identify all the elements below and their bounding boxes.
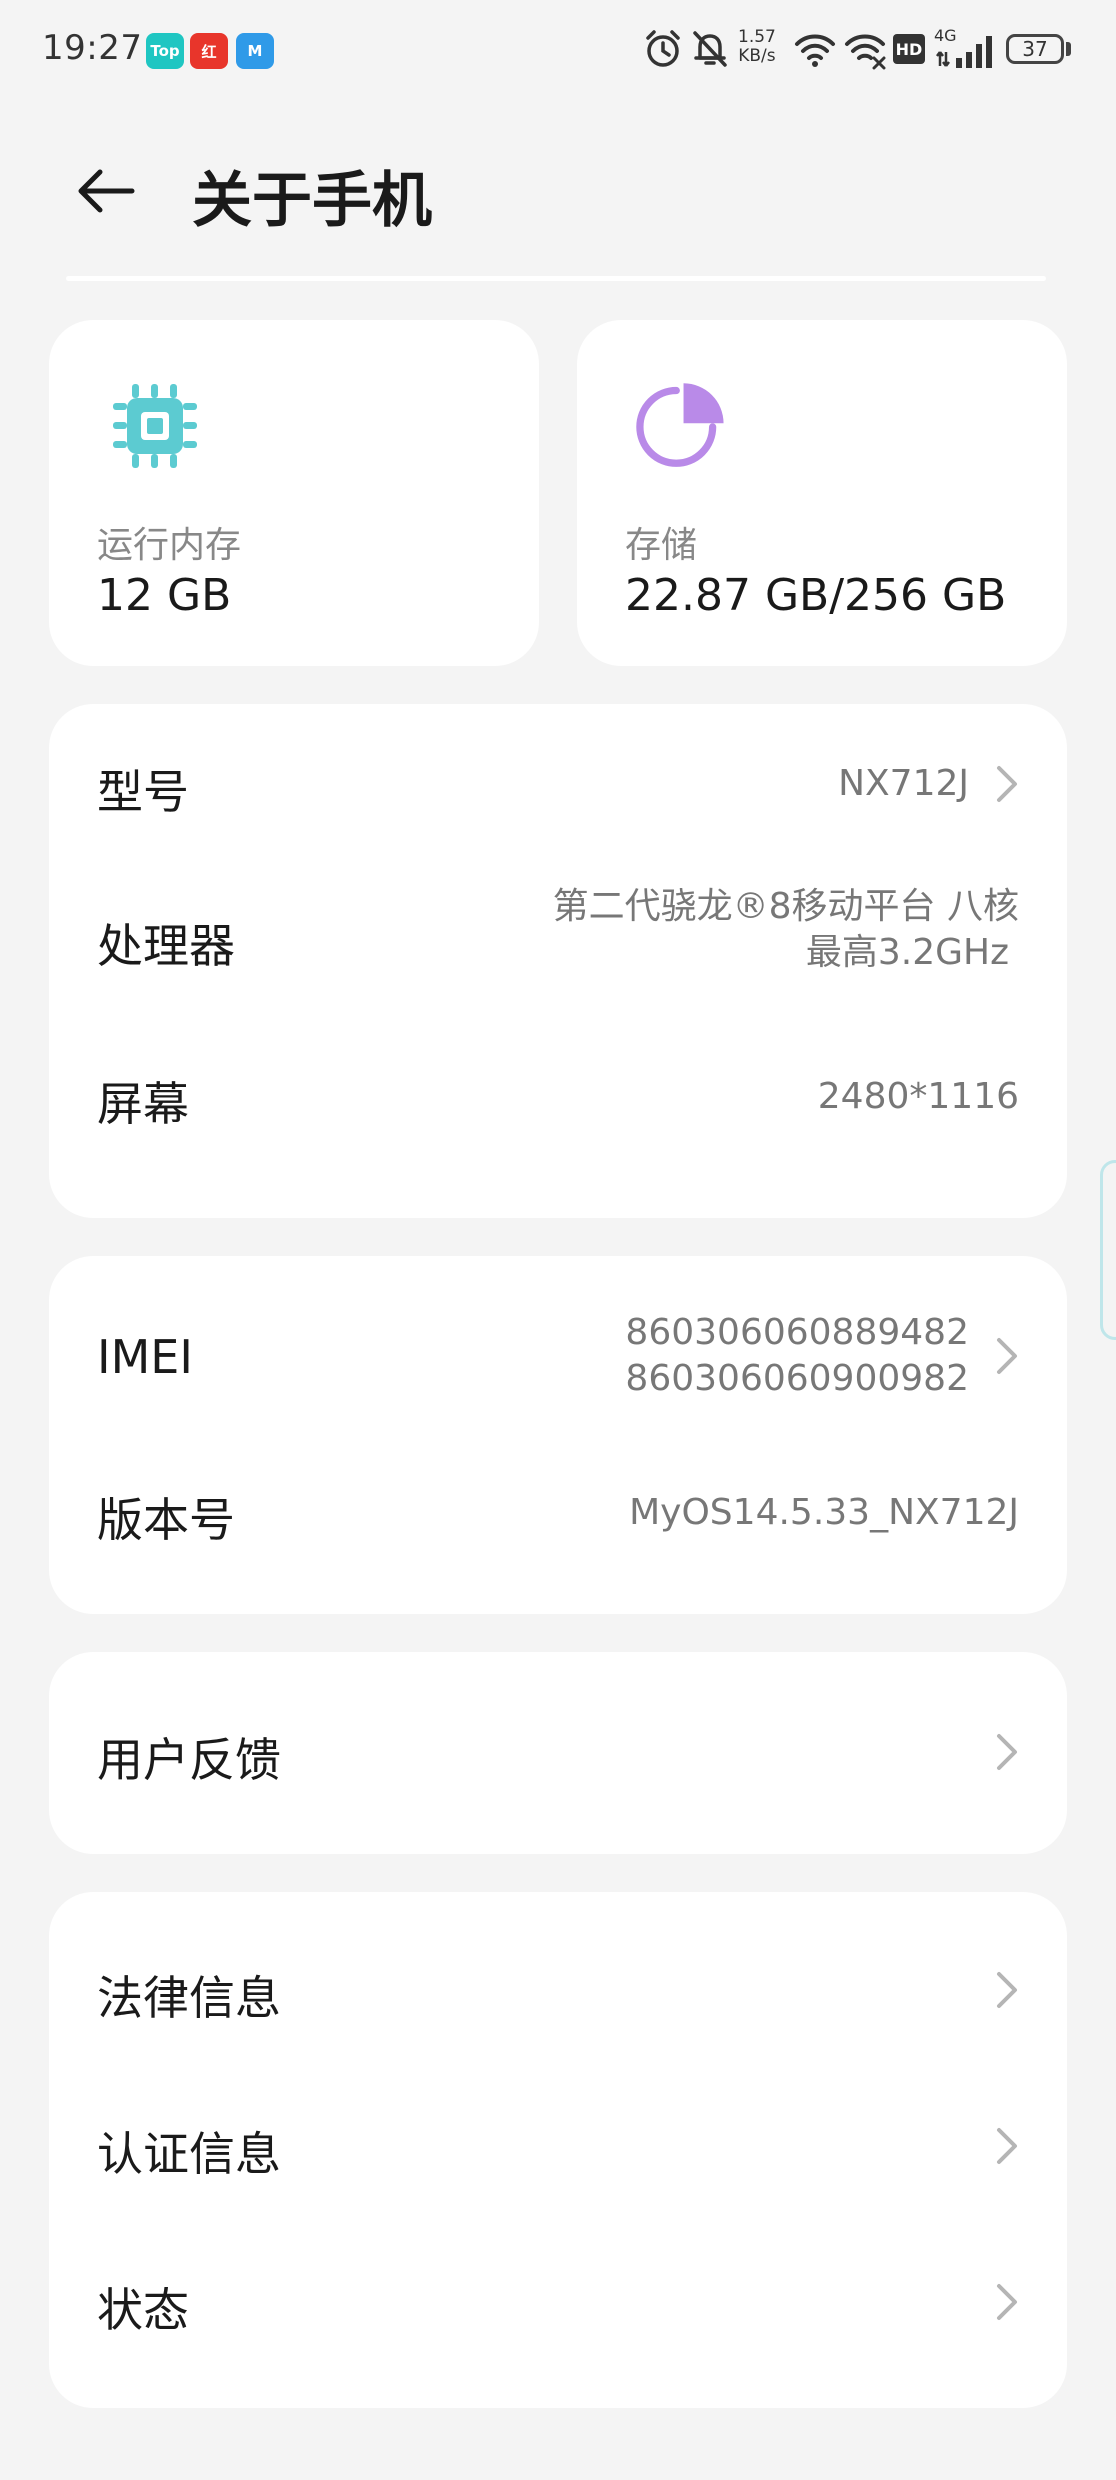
- signal-icon: [936, 36, 992, 68]
- imei-label: IMEI: [97, 1330, 193, 1384]
- legal-info-label: 法律信息: [97, 1971, 281, 2025]
- feedback-card: 用户反馈: [49, 1652, 1067, 1854]
- status-time: 19:27: [42, 28, 143, 68]
- bell-muted-icon: [693, 31, 727, 67]
- version-value: MyOS14.5.33_NX712J: [629, 1492, 1019, 1533]
- certification-label: 认证信息: [97, 2127, 281, 2181]
- battery-level: 37: [1022, 37, 1048, 61]
- chevron-right-icon: [997, 1734, 1017, 1770]
- top-app-icon: Top: [146, 33, 184, 69]
- storage-card[interactable]: 存储 22.87 GB/256 GB: [577, 320, 1067, 666]
- processor-line-1: 第二代骁龙®8移动平台 八核: [552, 886, 1019, 927]
- status-row[interactable]: 状态: [49, 2218, 1067, 2388]
- page-title: 关于手机: [192, 166, 432, 236]
- header-divider: [66, 276, 1046, 281]
- status-label: 状态: [97, 2283, 189, 2337]
- arrow-left-icon: [78, 169, 135, 213]
- red-app-icon: 红: [190, 33, 228, 69]
- edge-panel-handle[interactable]: [1100, 1160, 1116, 1340]
- imei-1: 860306060889482: [625, 1312, 969, 1353]
- imei-row[interactable]: IMEI 860306060889482 860306060900982: [49, 1256, 1067, 1456]
- feedback-label: 用户反馈: [97, 1733, 281, 1787]
- storage-value: 22.87 GB/256 GB: [625, 570, 1007, 621]
- chevron-right-icon: [997, 2128, 1017, 2164]
- network-speed-value: 1.57: [738, 27, 776, 47]
- hd-badge: HD: [893, 34, 925, 64]
- certification-row[interactable]: 认证信息: [49, 2062, 1067, 2218]
- processor-line-2: 最高3.2GHz: [805, 932, 1009, 973]
- wifi-icon: [795, 34, 835, 67]
- header: 关于手机: [0, 130, 1116, 250]
- wifi-hotspot-icon: [845, 34, 886, 70]
- alarm-icon: [646, 30, 680, 67]
- screen-row: 屏幕 2480*1116: [49, 1024, 1067, 1184]
- processor-label: 处理器: [97, 919, 235, 973]
- imei-value: 860306060889482 860306060900982: [625, 1310, 969, 1402]
- feedback-row[interactable]: 用户反馈: [49, 1652, 1067, 1854]
- identity-card: IMEI 860306060889482 860306060900982 版本号…: [49, 1256, 1067, 1614]
- blue-app-icon: M: [236, 33, 274, 69]
- processor-value: 第二代骁龙®8移动平台 八核 最高3.2GHz: [553, 884, 1019, 976]
- chevron-right-icon: [997, 766, 1017, 802]
- ram-label: 运行内存: [97, 525, 242, 566]
- about-phone-screen: 19:27 Top 红 M 1.57 KB/s HD 4G 37 关于手机 运行…: [0, 0, 1116, 2480]
- imei-2: 860306060900982: [625, 1358, 969, 1399]
- legal-info-row[interactable]: 法律信息: [49, 1892, 1067, 2062]
- version-label: 版本号: [97, 1493, 235, 1547]
- chip-icon: [113, 384, 197, 468]
- model-label: 型号: [97, 765, 189, 819]
- chevron-right-icon: [997, 2284, 1017, 2320]
- screen-value: 2480*1116: [817, 1076, 1019, 1117]
- model-value: NX712J: [838, 763, 969, 804]
- legal-card: 法律信息 认证信息 状态: [49, 1892, 1067, 2408]
- device-info-card: 型号 NX712J 处理器 第二代骁龙®8移动平台 八核 最高3.2GHz 屏幕…: [49, 704, 1067, 1218]
- status-bar: 19:27 Top 红 M 1.57 KB/s HD 4G 37: [0, 0, 1116, 100]
- battery-icon: 37: [1006, 34, 1064, 64]
- ram-card[interactable]: 运行内存 12 GB: [49, 320, 539, 666]
- battery-tip: [1066, 42, 1071, 56]
- ram-value: 12 GB: [97, 570, 232, 621]
- pie-chart-icon: [636, 383, 724, 467]
- chevron-right-icon: [997, 1338, 1017, 1374]
- version-row[interactable]: 版本号 MyOS14.5.33_NX712J: [49, 1456, 1067, 1614]
- network-speed-unit: KB/s: [738, 46, 776, 66]
- storage-label: 存储: [625, 525, 698, 566]
- chevron-right-icon: [997, 1972, 1017, 2008]
- model-row[interactable]: 型号 NX712J: [49, 704, 1067, 864]
- network-speed: 1.57 KB/s: [738, 28, 776, 66]
- processor-row: 处理器 第二代骁龙®8移动平台 八核 最高3.2GHz: [49, 864, 1067, 1024]
- screen-label: 屏幕: [97, 1077, 189, 1131]
- back-button[interactable]: [66, 156, 146, 226]
